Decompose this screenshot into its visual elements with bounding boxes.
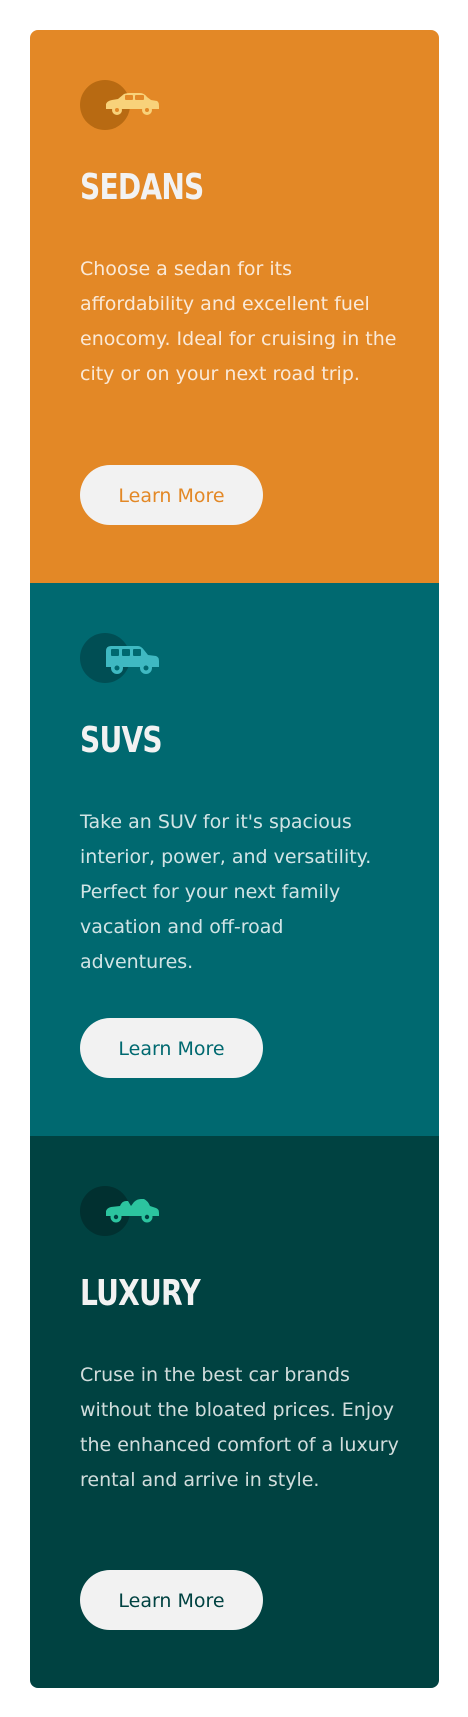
luxury-car-icon-graphic [106, 1199, 159, 1223]
card-description: Choose a sedan for its affordability and… [80, 258, 397, 385]
card-title: LUXURY [80, 1273, 201, 1314]
suv-icon-graphic [106, 646, 159, 674]
card-description: Cruse in the best car brands without the… [80, 1364, 399, 1491]
card-suvs: SUVS Take an SUV for it's spacious inter… [30, 583, 439, 1136]
card-sedans: SEDANS Choose a sedan for its affordabil… [30, 30, 439, 583]
product-card-group: SEDANS Choose a sedan for its affordabil… [30, 30, 439, 1688]
sedan-icon-graphic [106, 93, 159, 115]
card-luxury: LUXURY Cruse in the best car brands with… [30, 1136, 439, 1688]
luxury-car-icon [80, 1186, 160, 1236]
learn-more-button[interactable]: Learn More [80, 1018, 263, 1078]
card-description: Take an SUV for it's spacious interior, … [80, 811, 372, 973]
learn-more-button[interactable]: Learn More [80, 1570, 263, 1630]
card-title: SUVS [80, 720, 163, 761]
learn-more-button[interactable]: Learn More [80, 465, 263, 525]
sedan-icon [80, 80, 160, 130]
card-title: SEDANS [80, 167, 204, 208]
suv-icon [80, 633, 160, 683]
